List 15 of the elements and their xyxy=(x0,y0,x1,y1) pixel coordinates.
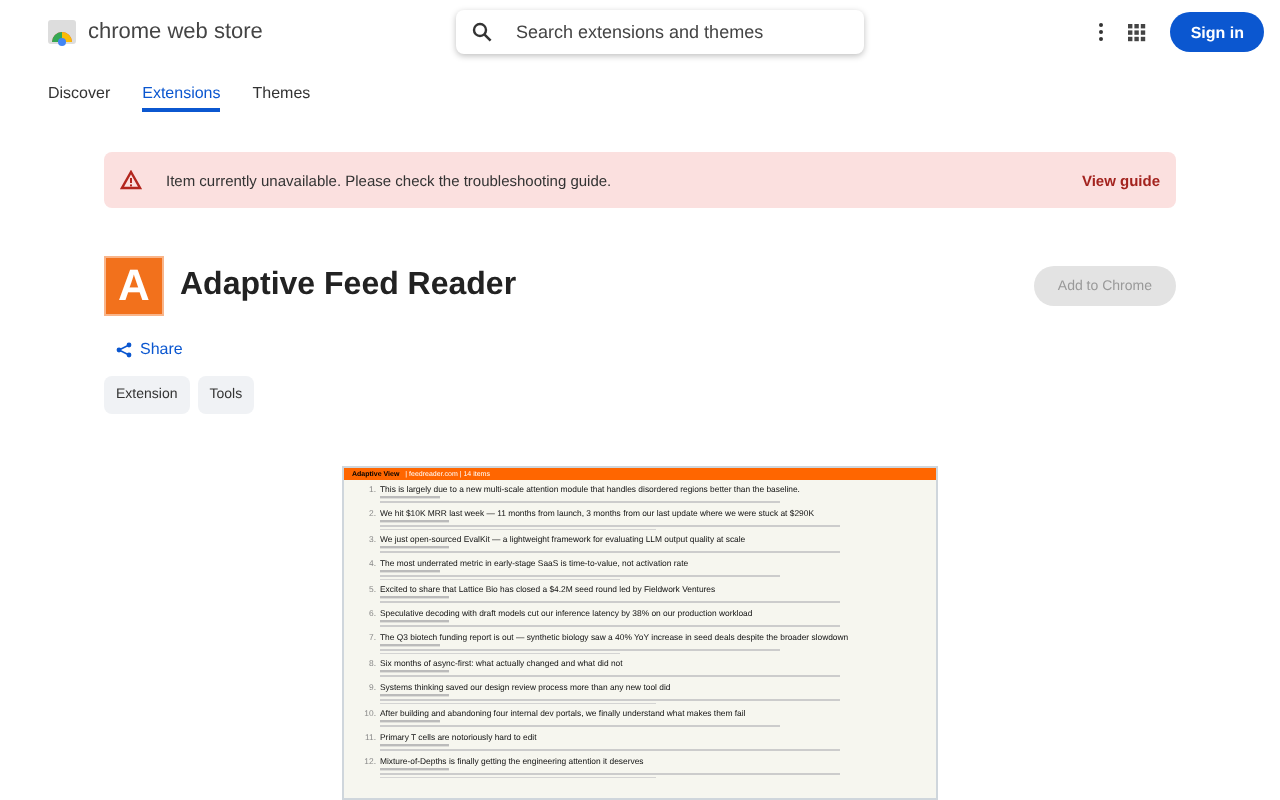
more-options-icon[interactable] xyxy=(1098,22,1105,42)
extension-title: Adaptive Feed Reader xyxy=(180,268,517,304)
store-logo-icon[interactable] xyxy=(48,18,76,46)
store-name: chrome web store xyxy=(88,20,263,44)
search-icon xyxy=(472,22,492,42)
nav-tab[interactable]: Themes xyxy=(252,68,311,112)
search-field[interactable]: Search extensions and themes xyxy=(512,20,848,44)
apps-grid-icon[interactable] xyxy=(1128,23,1147,41)
nav-tab[interactable]: Extensions xyxy=(142,68,221,112)
sign-in-button[interactable]: Sign in xyxy=(1170,12,1264,52)
nav-tab[interactable]: Discover xyxy=(48,68,111,112)
share-icon xyxy=(116,341,132,357)
extension-logo: A xyxy=(104,256,164,316)
warning-icon xyxy=(120,170,142,190)
share-link[interactable]: Share xyxy=(116,340,183,358)
